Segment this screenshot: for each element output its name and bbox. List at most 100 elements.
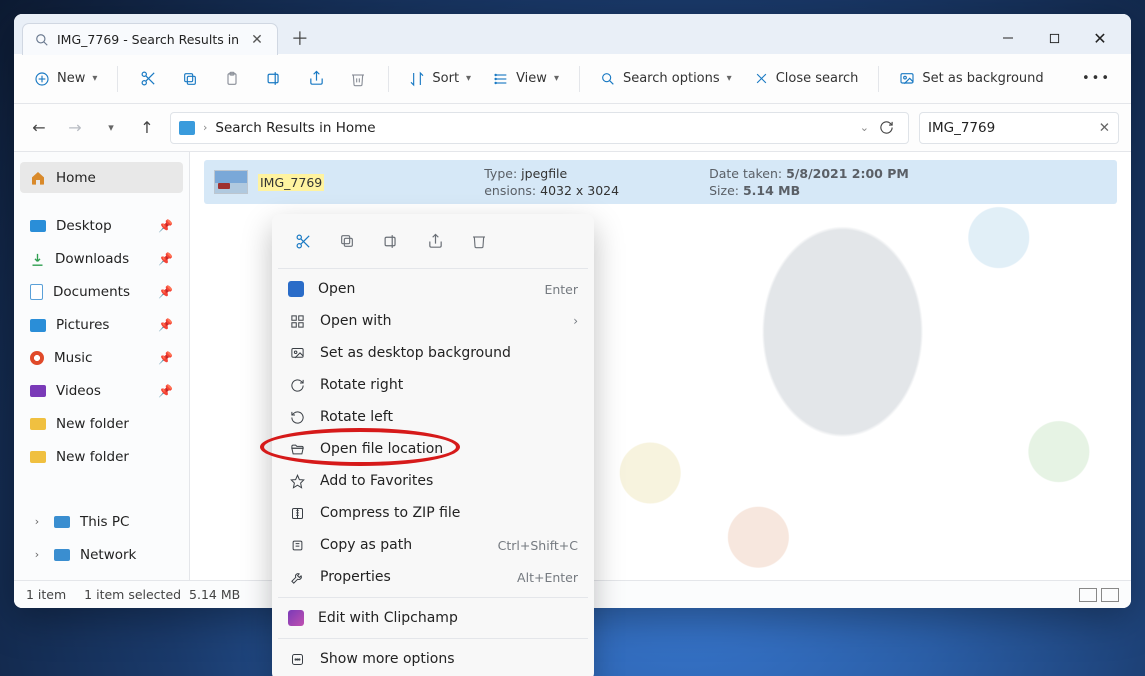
sort-label: Sort — [432, 71, 459, 86]
close-search-label: Close search — [776, 71, 859, 86]
ctx-delete-button[interactable] — [464, 226, 494, 256]
refresh-button[interactable] — [873, 120, 900, 135]
ctx-cut-button[interactable] — [288, 226, 318, 256]
sidebar-item-pictures[interactable]: Pictures 📌 — [20, 310, 183, 341]
search-gear-icon — [600, 71, 616, 87]
paste-button[interactable] — [214, 62, 250, 96]
ctx-open-with[interactable]: Open with › — [278, 305, 588, 337]
recent-chevron[interactable]: ▾ — [98, 115, 124, 141]
cut-button[interactable] — [130, 62, 166, 96]
ctx-zip-label: Compress to ZIP file — [320, 505, 460, 521]
sidebar-item-network[interactable]: › Network — [20, 539, 183, 570]
share-button[interactable] — [298, 62, 334, 96]
new-button[interactable]: New ▾ — [26, 65, 105, 93]
pin-icon: 📌 — [158, 252, 173, 266]
home-icon — [30, 170, 46, 186]
rename-button[interactable] — [256, 62, 292, 96]
sidebar-item-music[interactable]: Music 📌 — [20, 343, 183, 374]
download-icon — [30, 252, 45, 267]
clear-search-button[interactable]: ✕ — [1099, 120, 1110, 136]
ctx-compress-zip[interactable]: Compress to ZIP file — [278, 497, 588, 529]
ctx-fav-label: Add to Favorites — [320, 473, 433, 489]
forward-button[interactable]: → — [62, 115, 88, 141]
pictures-icon — [30, 319, 46, 332]
ctx-add-favorites[interactable]: Add to Favorites — [278, 465, 588, 497]
search-result-row[interactable]: IMG_7769 Type: jpegfile ensions: 4032 x … — [204, 160, 1117, 204]
trash-icon — [471, 233, 487, 249]
more-button[interactable]: ••• — [1074, 65, 1119, 92]
sidebar-network-label: Network — [80, 547, 136, 563]
ctx-rename-button[interactable] — [376, 226, 406, 256]
ctx-copy-button[interactable] — [332, 226, 362, 256]
ellipsis-icon: ••• — [1082, 71, 1111, 86]
ctx-openwith-label: Open with — [320, 313, 392, 329]
ctx-openloc-label: Open file location — [320, 441, 443, 457]
ctx-rotate-right[interactable]: Rotate right — [278, 369, 588, 401]
address-bar[interactable]: › Search Results in Home ⌄ — [170, 112, 909, 144]
sidebar-item-label: Downloads — [55, 251, 129, 267]
maximize-button[interactable] — [1031, 22, 1077, 54]
ctx-open-label: Open — [318, 281, 355, 297]
chevron-right-icon[interactable]: › — [30, 515, 44, 528]
sidebar-item-videos[interactable]: Videos 📌 — [20, 376, 183, 407]
thumbnails-view-icon[interactable] — [1101, 588, 1119, 602]
ctx-open[interactable]: Open Enter — [278, 273, 588, 305]
sidebar-item-label: Music — [54, 350, 92, 366]
new-tab-button[interactable]: ＋ — [284, 22, 316, 54]
ctx-open-file-location[interactable]: Open file location — [278, 433, 588, 465]
up-button[interactable]: ↑ — [134, 115, 160, 141]
sidebar-item-thispc[interactable]: › This PC — [20, 506, 183, 537]
rename-icon — [266, 70, 283, 87]
sidebar-item-downloads[interactable]: Downloads 📌 — [20, 244, 183, 275]
details-view-icon[interactable] — [1079, 588, 1097, 602]
ctx-show-more[interactable]: Show more options — [278, 643, 588, 675]
scissors-icon — [140, 70, 157, 87]
address-dropdown-icon[interactable]: ⌄ — [860, 121, 869, 134]
ctx-copy-path[interactable]: Copy as path Ctrl+Shift+C — [278, 529, 588, 561]
pin-icon: 📌 — [158, 318, 173, 332]
ctx-share-button[interactable] — [420, 226, 450, 256]
explorer-window: IMG_7769 - Search Results in ✕ ＋ ✕ New ▾ — [14, 14, 1131, 608]
ctx-rotate-left[interactable]: Rotate left — [278, 401, 588, 433]
new-label: New — [57, 71, 85, 86]
chevron-down-icon: ▾ — [466, 73, 471, 84]
network-icon — [54, 549, 70, 561]
pin-icon: 📌 — [158, 219, 173, 233]
window-tab[interactable]: IMG_7769 - Search Results in ✕ — [22, 23, 278, 55]
copy-icon — [182, 71, 198, 87]
view-button[interactable]: View ▾ — [485, 65, 567, 93]
file-meta-left: Type: jpegfile ensions: 4032 x 3024 — [484, 166, 619, 198]
copy-button[interactable] — [172, 62, 208, 96]
minimize-button[interactable] — [985, 22, 1031, 54]
search-icon — [35, 33, 49, 47]
file-name: IMG_7769 — [258, 174, 324, 191]
back-button[interactable]: ← — [26, 115, 52, 141]
sidebar-item-newfolder-2[interactable]: New folder — [20, 442, 183, 473]
search-options-button[interactable]: Search options ▾ — [592, 65, 740, 93]
sidebar-thispc-label: This PC — [80, 514, 129, 530]
scissors-icon — [295, 233, 312, 250]
delete-button[interactable] — [340, 62, 376, 96]
wrench-icon — [288, 570, 306, 585]
search-box[interactable]: IMG_7769 ✕ — [919, 112, 1119, 144]
rotate-right-icon — [288, 378, 306, 393]
view-switcher[interactable] — [1079, 588, 1119, 602]
folder-icon — [30, 451, 46, 463]
ctx-open-accel: Enter — [544, 282, 578, 297]
tab-close-button[interactable]: ✕ — [247, 30, 267, 50]
sidebar-item-desktop[interactable]: Desktop 📌 — [20, 211, 183, 242]
sidebar-item-documents[interactable]: Documents 📌 — [20, 277, 183, 308]
sort-button[interactable]: Sort ▾ — [401, 65, 479, 93]
ctx-clipchamp[interactable]: Edit with Clipchamp — [278, 602, 588, 634]
sidebar-item-home[interactable]: Home — [20, 162, 183, 193]
sidebar-item-newfolder[interactable]: New folder — [20, 409, 183, 440]
close-button[interactable]: ✕ — [1077, 22, 1123, 54]
set-background-button[interactable]: Set as background — [891, 65, 1051, 93]
copy-path-icon — [288, 538, 306, 553]
sidebar-item-label: Desktop — [56, 218, 112, 234]
ctx-set-background[interactable]: Set as desktop background — [278, 337, 588, 369]
chevron-right-icon[interactable]: › — [30, 548, 44, 561]
ctx-properties[interactable]: Properties Alt+Enter — [278, 561, 588, 593]
home-folder-icon — [179, 121, 195, 135]
close-search-button[interactable]: Close search — [746, 65, 867, 92]
